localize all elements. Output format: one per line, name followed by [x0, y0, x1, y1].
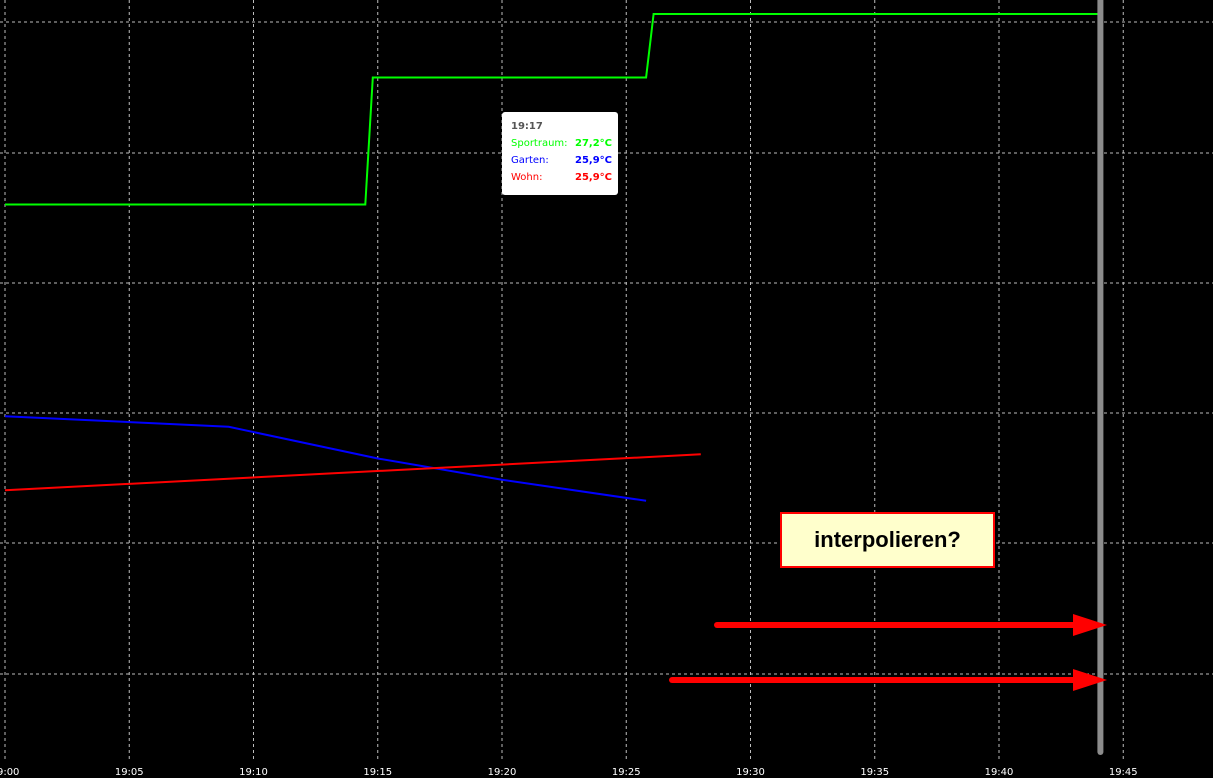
tooltip-series-name: Wohn:	[511, 172, 543, 183]
tooltip-series-name: Sportraum:	[511, 138, 568, 149]
tooltip-row-sportraum: Sportraum: 27,2°C	[511, 135, 618, 152]
series-line-garten	[4, 415, 647, 502]
x-tick-label: 19:45	[1109, 767, 1138, 778]
x-tick-label: 19:30	[736, 767, 765, 778]
tooltip-series-value: 27,2°C	[575, 138, 613, 149]
tooltip-series-value: 25,9°C	[575, 172, 613, 183]
tooltip-series-value: 25,9°C	[575, 155, 613, 166]
x-tick-label: 19:15	[363, 767, 392, 778]
x-tick-label: 19:25	[612, 767, 641, 778]
annotation-text: interpolieren?	[814, 527, 961, 552]
x-tick-label: 19:40	[985, 767, 1014, 778]
chart-tooltip: 19:17 Sportraum: 27,2°C Garten: 25,9°C W…	[502, 112, 618, 195]
x-tick-label: 19:00	[0, 767, 19, 778]
tooltip-row-garten: Garten: 25,9°C	[511, 152, 618, 169]
annotation-box: interpolieren?	[780, 512, 995, 568]
x-tick-label: 19:05	[115, 767, 144, 778]
x-tick-label: 19:35	[860, 767, 889, 778]
tooltip-row-wohn: Wohn: 25,9°C	[511, 169, 618, 186]
x-tick-label: 19:20	[488, 767, 517, 778]
tooltip-time: 19:17	[511, 121, 543, 132]
tooltip-series-name: Garten:	[511, 155, 549, 166]
series-line-wohn	[4, 453, 701, 492]
x-tick-label: 19:10	[239, 767, 268, 778]
